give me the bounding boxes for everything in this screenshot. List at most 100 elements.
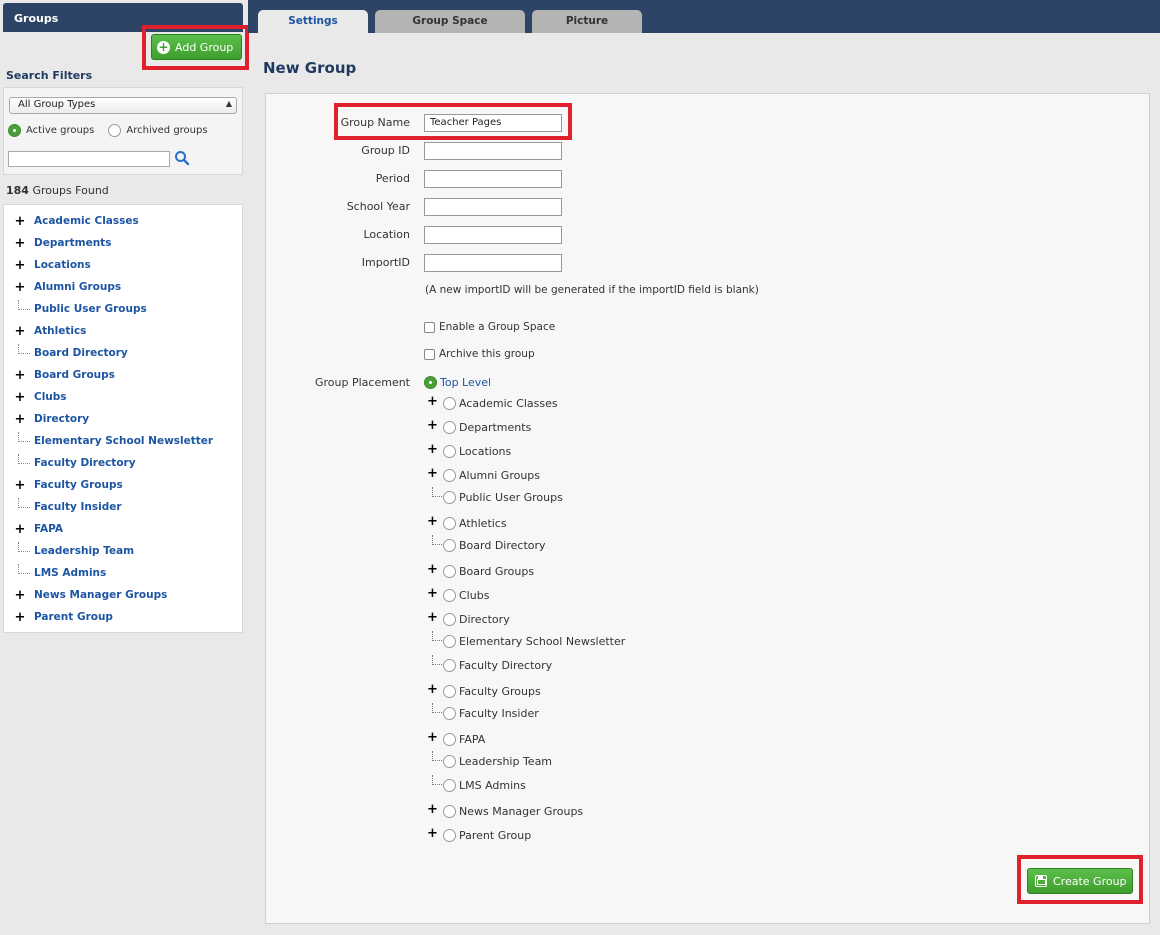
placement-radio[interactable]	[443, 588, 456, 602]
placement-radio[interactable]	[443, 396, 456, 410]
sidebar-tree-item[interactable]: Public User Groups	[4, 300, 147, 318]
expand-plus-icon[interactable]: +	[14, 368, 26, 383]
placement-option[interactable]: Public User Groups	[443, 489, 563, 505]
expand-plus-icon[interactable]: +	[14, 390, 26, 405]
sidebar-tree-item[interactable]: Faculty Insider	[4, 498, 122, 516]
enable-group-space-checkbox[interactable]	[424, 321, 435, 333]
placement-radio[interactable]	[443, 468, 456, 482]
placement-expand-icon[interactable]: +	[427, 442, 438, 457]
period-input[interactable]	[424, 170, 562, 188]
placement-expand-icon[interactable]: +	[427, 394, 438, 409]
expand-plus-icon[interactable]: +	[14, 236, 26, 251]
placement-option[interactable]: Faculty Insider	[443, 705, 539, 721]
placement-option[interactable]: Parent Group	[443, 827, 531, 843]
placement-option[interactable]: Clubs	[443, 587, 489, 603]
placement-expand-icon[interactable]: +	[427, 610, 438, 625]
placement-option[interactable]: LMS Admins	[443, 777, 526, 793]
placement-expand-icon[interactable]: +	[427, 466, 438, 481]
import-id-input[interactable]	[424, 254, 562, 272]
sidebar-tree-item[interactable]: Leadership Team	[4, 542, 134, 560]
sidebar-tree-item[interactable]: + Departments	[4, 234, 112, 252]
placement-radio[interactable]	[443, 706, 456, 720]
placement-expand-icon[interactable]: +	[427, 730, 438, 745]
placement-expand-icon[interactable]: +	[427, 514, 438, 529]
create-group-button[interactable]: Create Group	[1027, 868, 1133, 894]
search-icon[interactable]	[174, 150, 190, 166]
add-group-button[interactable]: + Add Group	[151, 34, 242, 60]
placement-option[interactable]: Leadership Team	[443, 753, 552, 769]
expand-plus-icon[interactable]: +	[14, 258, 26, 273]
sidebar-tree-item[interactable]: + News Manager Groups	[4, 586, 168, 604]
placement-radio[interactable]	[443, 444, 456, 458]
placement-radio[interactable]	[443, 490, 456, 504]
expand-plus-icon[interactable]: +	[14, 610, 26, 625]
placement-radio[interactable]	[443, 684, 456, 698]
group-search-input[interactable]	[8, 151, 170, 167]
placement-radio[interactable]	[443, 538, 456, 552]
group-id-input[interactable]	[424, 142, 562, 160]
placement-option[interactable]: Board Groups	[443, 563, 534, 579]
placement-expand-icon[interactable]: +	[427, 826, 438, 841]
sidebar-tree-item[interactable]: Board Directory	[4, 344, 128, 362]
placement-expand-icon[interactable]: +	[427, 418, 438, 433]
sidebar-tree-item[interactable]: + Alumni Groups	[4, 278, 122, 296]
placement-option[interactable]: News Manager Groups	[443, 803, 583, 819]
school-year-input[interactable]	[424, 198, 562, 216]
placement-option[interactable]: Board Directory	[443, 537, 546, 553]
expand-plus-icon[interactable]: +	[14, 478, 26, 493]
placement-radio[interactable]	[443, 420, 456, 434]
top-level-radio[interactable]	[424, 375, 437, 389]
placement-option[interactable]: Faculty Groups	[443, 683, 541, 699]
placement-radio[interactable]	[443, 634, 456, 648]
group-name-input[interactable]: Teacher Pages	[424, 114, 562, 132]
sidebar-tree-item[interactable]: + Academic Classes	[4, 212, 139, 230]
placement-option[interactable]: Directory	[443, 611, 510, 627]
placement-radio[interactable]	[443, 778, 456, 792]
sidebar-tree-item[interactable]: + Locations	[4, 256, 91, 274]
placement-radio[interactable]	[443, 516, 456, 530]
tab-settings[interactable]: Settings	[258, 10, 368, 33]
placement-option[interactable]: Athletics	[443, 515, 507, 531]
tab-group-space[interactable]: Group Space	[375, 10, 525, 33]
placement-radio[interactable]	[443, 804, 456, 818]
placement-option[interactable]: Elementary School Newsletter	[443, 633, 625, 649]
active-groups-radio[interactable]	[8, 124, 21, 137]
placement-expand-icon[interactable]: +	[427, 802, 438, 817]
sidebar-tree-item[interactable]: Elementary School Newsletter	[4, 432, 213, 450]
sidebar-tree-item[interactable]: LMS Admins	[4, 564, 106, 582]
expand-plus-icon[interactable]: +	[14, 412, 26, 427]
expand-plus-icon[interactable]: +	[14, 214, 26, 229]
archive-group-checkbox[interactable]	[424, 348, 435, 360]
placement-radio[interactable]	[443, 732, 456, 746]
placement-option[interactable]: Alumni Groups	[443, 467, 540, 483]
placement-option[interactable]: Departments	[443, 419, 531, 435]
sidebar-tree-item[interactable]: + Parent Group	[4, 608, 113, 626]
placement-option[interactable]: FAPA	[443, 731, 485, 747]
placement-radio[interactable]	[443, 754, 456, 768]
expand-plus-icon[interactable]: +	[14, 324, 26, 339]
sidebar-tree-item[interactable]: + FAPA	[4, 520, 63, 538]
placement-radio[interactable]	[443, 612, 456, 626]
placement-radio[interactable]	[443, 658, 456, 672]
placement-option[interactable]: Locations	[443, 443, 511, 459]
placement-expand-icon[interactable]: +	[427, 682, 438, 697]
sidebar-tree-item[interactable]: Faculty Directory	[4, 454, 136, 472]
placement-expand-icon[interactable]: +	[427, 586, 438, 601]
location-input[interactable]	[424, 226, 562, 244]
archived-groups-radio[interactable]	[108, 124, 122, 137]
tab-picture[interactable]: Picture	[532, 10, 642, 33]
placement-radio[interactable]	[443, 828, 456, 842]
sidebar-tree-item[interactable]: + Directory	[4, 410, 90, 428]
expand-plus-icon[interactable]: +	[14, 522, 26, 537]
group-type-select[interactable]: All Group Types ▲	[9, 97, 237, 114]
expand-plus-icon[interactable]: +	[14, 280, 26, 295]
placement-option[interactable]: Faculty Directory	[443, 657, 552, 673]
sidebar-tree-item[interactable]: + Clubs	[4, 388, 67, 406]
sidebar-tree-item[interactable]: + Athletics	[4, 322, 87, 340]
placement-radio[interactable]	[443, 564, 456, 578]
sidebar-tree-item[interactable]: + Faculty Groups	[4, 476, 123, 494]
placement-option[interactable]: Academic Classes	[443, 395, 558, 411]
expand-plus-icon[interactable]: +	[14, 588, 26, 603]
placement-expand-icon[interactable]: +	[427, 562, 438, 577]
sidebar-tree-item[interactable]: + Board Groups	[4, 366, 115, 384]
